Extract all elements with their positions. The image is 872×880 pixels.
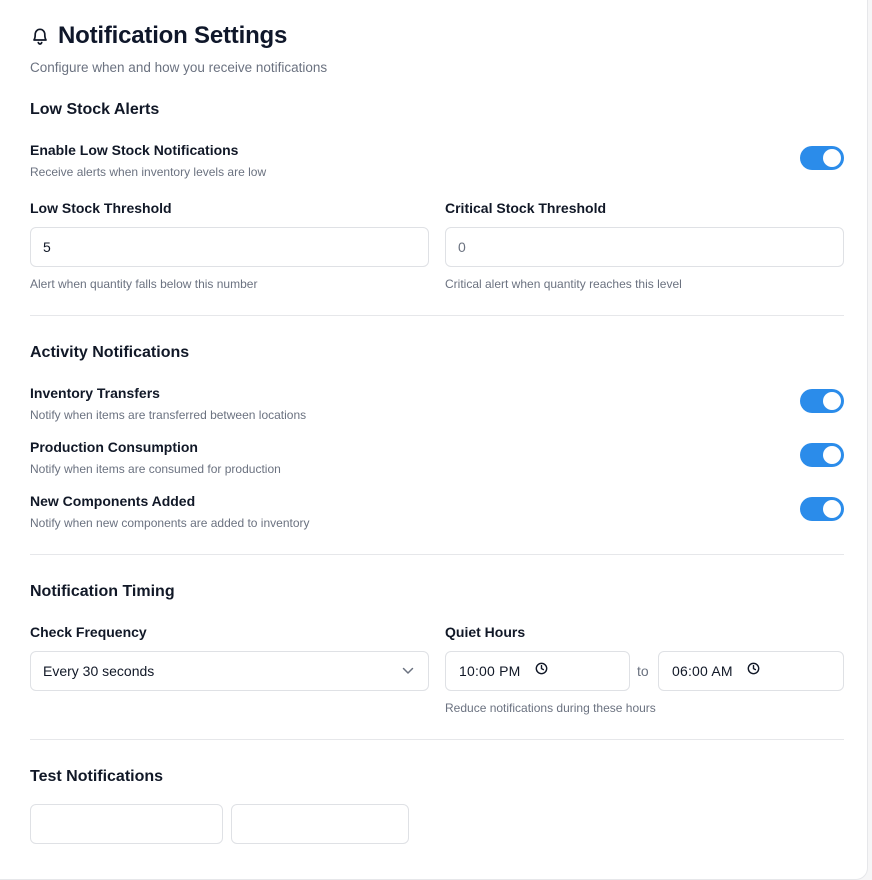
title-row: Notification Settings (30, 22, 327, 50)
test-notification-button-1[interactable] (30, 804, 223, 844)
toggle-knob (823, 500, 841, 518)
setting-label: Enable Low Stock Notifications (30, 142, 239, 158)
page-header: Notification Settings Configure when and… (30, 22, 327, 75)
select-value: Every 30 seconds (43, 663, 155, 679)
quiet-hours-separator: to (637, 663, 649, 679)
quiet-hours-hint: Reduce notifications during these hours (445, 701, 656, 715)
section-title-test: Test Notifications (30, 768, 164, 785)
divider (30, 554, 844, 555)
setting-description: Notify when new components are added to … (30, 516, 310, 530)
setting-production-consumption: Production Consumption Notify when items… (30, 439, 844, 479)
quiet-hours-end-input[interactable]: 06:00 AM (658, 651, 844, 691)
setting-description: Notify when items are transferred betwee… (30, 408, 307, 422)
check-frequency-label: Check Frequency (30, 624, 147, 640)
inventory-transfers-toggle[interactable] (800, 389, 844, 413)
section-title-timing: Notification Timing (30, 583, 175, 600)
toggle-knob (823, 149, 841, 167)
setting-new-components: New Components Added Notify when new com… (30, 493, 844, 533)
setting-label: Production Consumption (30, 439, 198, 455)
toggle-knob (823, 446, 841, 464)
clock-icon[interactable] (747, 662, 760, 680)
low-stock-toggle[interactable] (800, 146, 844, 170)
time-value: 10:00 PM (459, 663, 521, 679)
toggle-knob (823, 392, 841, 410)
low-threshold-hint: Alert when quantity falls below this num… (30, 277, 258, 291)
page-subtitle: Configure when and how you receive notif… (30, 60, 328, 75)
test-notification-button-2[interactable] (231, 804, 409, 844)
critical-threshold-input[interactable] (445, 227, 844, 267)
divider (30, 315, 844, 316)
low-threshold-input[interactable] (30, 227, 429, 267)
quiet-hours-start-input[interactable]: 10:00 PM (445, 651, 630, 691)
production-consumption-toggle[interactable] (800, 443, 844, 467)
section-title-activity: Activity Notifications (30, 344, 190, 361)
clock-icon[interactable] (535, 662, 548, 680)
critical-threshold-label: Critical Stock Threshold (445, 200, 607, 216)
setting-description: Receive alerts when inventory levels are… (30, 165, 267, 179)
setting-inventory-transfers: Inventory Transfers Notify when items ar… (30, 385, 844, 425)
quiet-hours-label: Quiet Hours (445, 624, 526, 640)
critical-threshold-hint: Critical alert when quantity reaches thi… (445, 277, 682, 291)
settings-card: Notification Settings Configure when and… (0, 0, 868, 880)
low-threshold-label: Low Stock Threshold (30, 200, 172, 216)
setting-description: Notify when items are consumed for produ… (30, 462, 281, 476)
bell-icon (30, 25, 50, 47)
time-value: 06:00 AM (672, 663, 733, 679)
setting-label: Inventory Transfers (30, 385, 160, 401)
page-title: Notification Settings (58, 22, 288, 49)
setting-label: New Components Added (30, 493, 196, 509)
new-components-toggle[interactable] (800, 497, 844, 521)
chevron-down-icon (402, 662, 414, 680)
divider (30, 739, 844, 740)
section-title-low-stock: Low Stock Alerts (30, 101, 160, 118)
setting-enable-low-stock: Enable Low Stock Notifications Receive a… (30, 142, 844, 182)
check-frequency-select[interactable]: Every 30 seconds (30, 651, 429, 691)
